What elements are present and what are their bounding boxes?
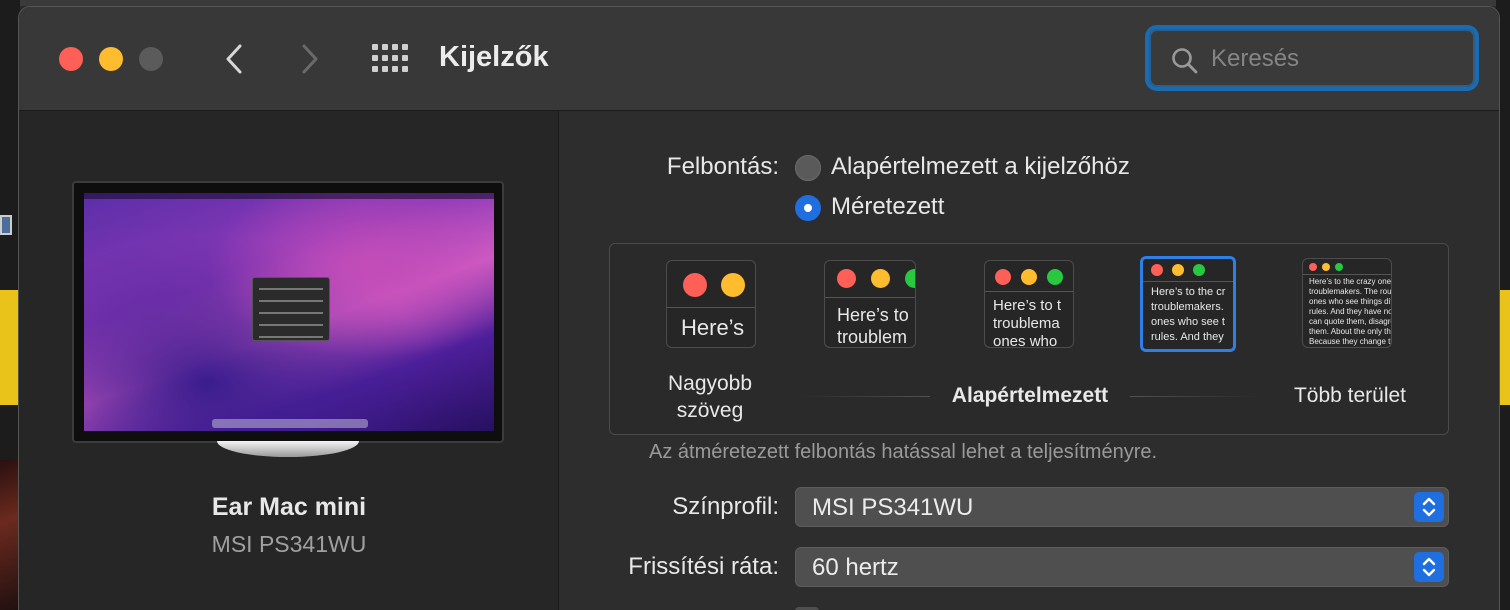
- thumbnail-text: Because they change th: [1309, 337, 1392, 346]
- radio-default-for-display[interactable]: [795, 155, 821, 181]
- device-name: Ear Mac mini: [211, 493, 367, 521]
- titlebar: Kijelzők: [19, 7, 1499, 111]
- monitor-stand: [217, 441, 359, 457]
- thumbnail-text: Here’s to the crazy ones: [1309, 277, 1392, 286]
- window-thumbnail: [252, 277, 330, 341]
- thumbnail-text: Here’s to: [837, 305, 909, 325]
- thumbnail-text: Here’s: [681, 315, 745, 340]
- resolution-option-3[interactable]: Here’s to t troublema ones who: [984, 260, 1074, 348]
- thumbnail-text: ones who see things dif: [1309, 297, 1392, 306]
- label-more-space: Több terület: [1293, 384, 1407, 407]
- dock-thumbnail: [212, 419, 368, 428]
- refresh-rate-value: 60 hertz: [812, 554, 899, 581]
- minimize-button[interactable]: [99, 47, 123, 71]
- display-preview: [72, 181, 504, 443]
- resolution-label: Felbontás:: [666, 153, 779, 180]
- back-button[interactable]: [219, 41, 249, 77]
- resolution-option-larger-text[interactable]: Here’s: [666, 260, 756, 348]
- show-all-button[interactable]: [371, 43, 409, 73]
- radio-scaled[interactable]: [795, 195, 821, 221]
- thumbnail-text: Here’s to the cr: [1151, 286, 1226, 298]
- color-profile-value: MSI PS341WU: [812, 494, 974, 521]
- search-input[interactable]: [1211, 43, 1461, 75]
- chevron-left-icon: [226, 44, 242, 74]
- thumbnail-text: Here’s to t: [993, 297, 1062, 314]
- search-icon: [1172, 48, 1198, 74]
- label-larger-text: Nagyobb szöveg: [667, 372, 753, 422]
- scaled-resolution-picker: Here’s Here’s to troublem Here’s to t tr…: [609, 243, 1449, 435]
- refresh-rate-label: Frissítési ráta:: [628, 553, 779, 580]
- thumbnail-text: troublem: [837, 327, 908, 347]
- thumbnail-text: ones who see t: [1151, 316, 1225, 328]
- resolution-option-4-selected[interactable]: Here’s to the cr troublemakers. ones who…: [1140, 256, 1236, 352]
- desktop-wallpaper: [84, 193, 494, 431]
- thumbnail-text: troublemakers. The rou: [1309, 287, 1392, 296]
- thumbnail-text: troublemakers.: [1151, 301, 1224, 313]
- forward-button[interactable]: [295, 41, 325, 77]
- device-model: MSI PS341WU: [211, 531, 367, 557]
- refresh-rate-select[interactable]: 60 hertz: [795, 547, 1449, 587]
- label-default: Alapértelmezett: [930, 384, 1130, 408]
- chevron-right-icon: [302, 44, 318, 74]
- radio-label-scaled[interactable]: Méretezett: [831, 193, 944, 221]
- grid-icon: [372, 44, 408, 72]
- resolution-option-more-space[interactable]: Here’s to the crazy ones troublemakers. …: [1302, 258, 1392, 348]
- close-button[interactable]: [59, 47, 83, 71]
- thumbnail-text: troublema: [993, 315, 1060, 332]
- page-title: Kijelzők: [439, 41, 549, 73]
- updown-chevron-icon: [1414, 492, 1444, 522]
- performance-note: Az átméretezett felbontás hatással lehet…: [649, 441, 1158, 463]
- thumbnail-text: rules. And they have no: [1309, 307, 1392, 316]
- radio-label-default[interactable]: Alapértelmezett a kijelzőhöz: [831, 153, 1130, 181]
- resolution-option-2[interactable]: Here’s to troublem: [824, 260, 916, 348]
- zoom-button: [139, 47, 163, 71]
- thumbnail-text: rules. And they: [1151, 331, 1224, 343]
- thumbnail-text: ones who: [993, 333, 1058, 348]
- thumbnail-text: can quote them, disagre: [1309, 317, 1392, 326]
- updown-chevron-icon: [1414, 552, 1444, 582]
- thumbnail-text: them. About the only th: [1309, 327, 1391, 336]
- displays-preferences-window: Kijelzők Ear Mac mini MSI PS341WU Felbon…: [18, 6, 1500, 610]
- search-field[interactable]: [1145, 25, 1479, 91]
- color-profile-label: Színprofil:: [672, 493, 779, 520]
- desktop-background-left: [0, 0, 20, 610]
- color-profile-select[interactable]: MSI PS341WU: [795, 487, 1449, 527]
- sidebar: Ear Mac mini MSI PS341WU: [19, 111, 559, 610]
